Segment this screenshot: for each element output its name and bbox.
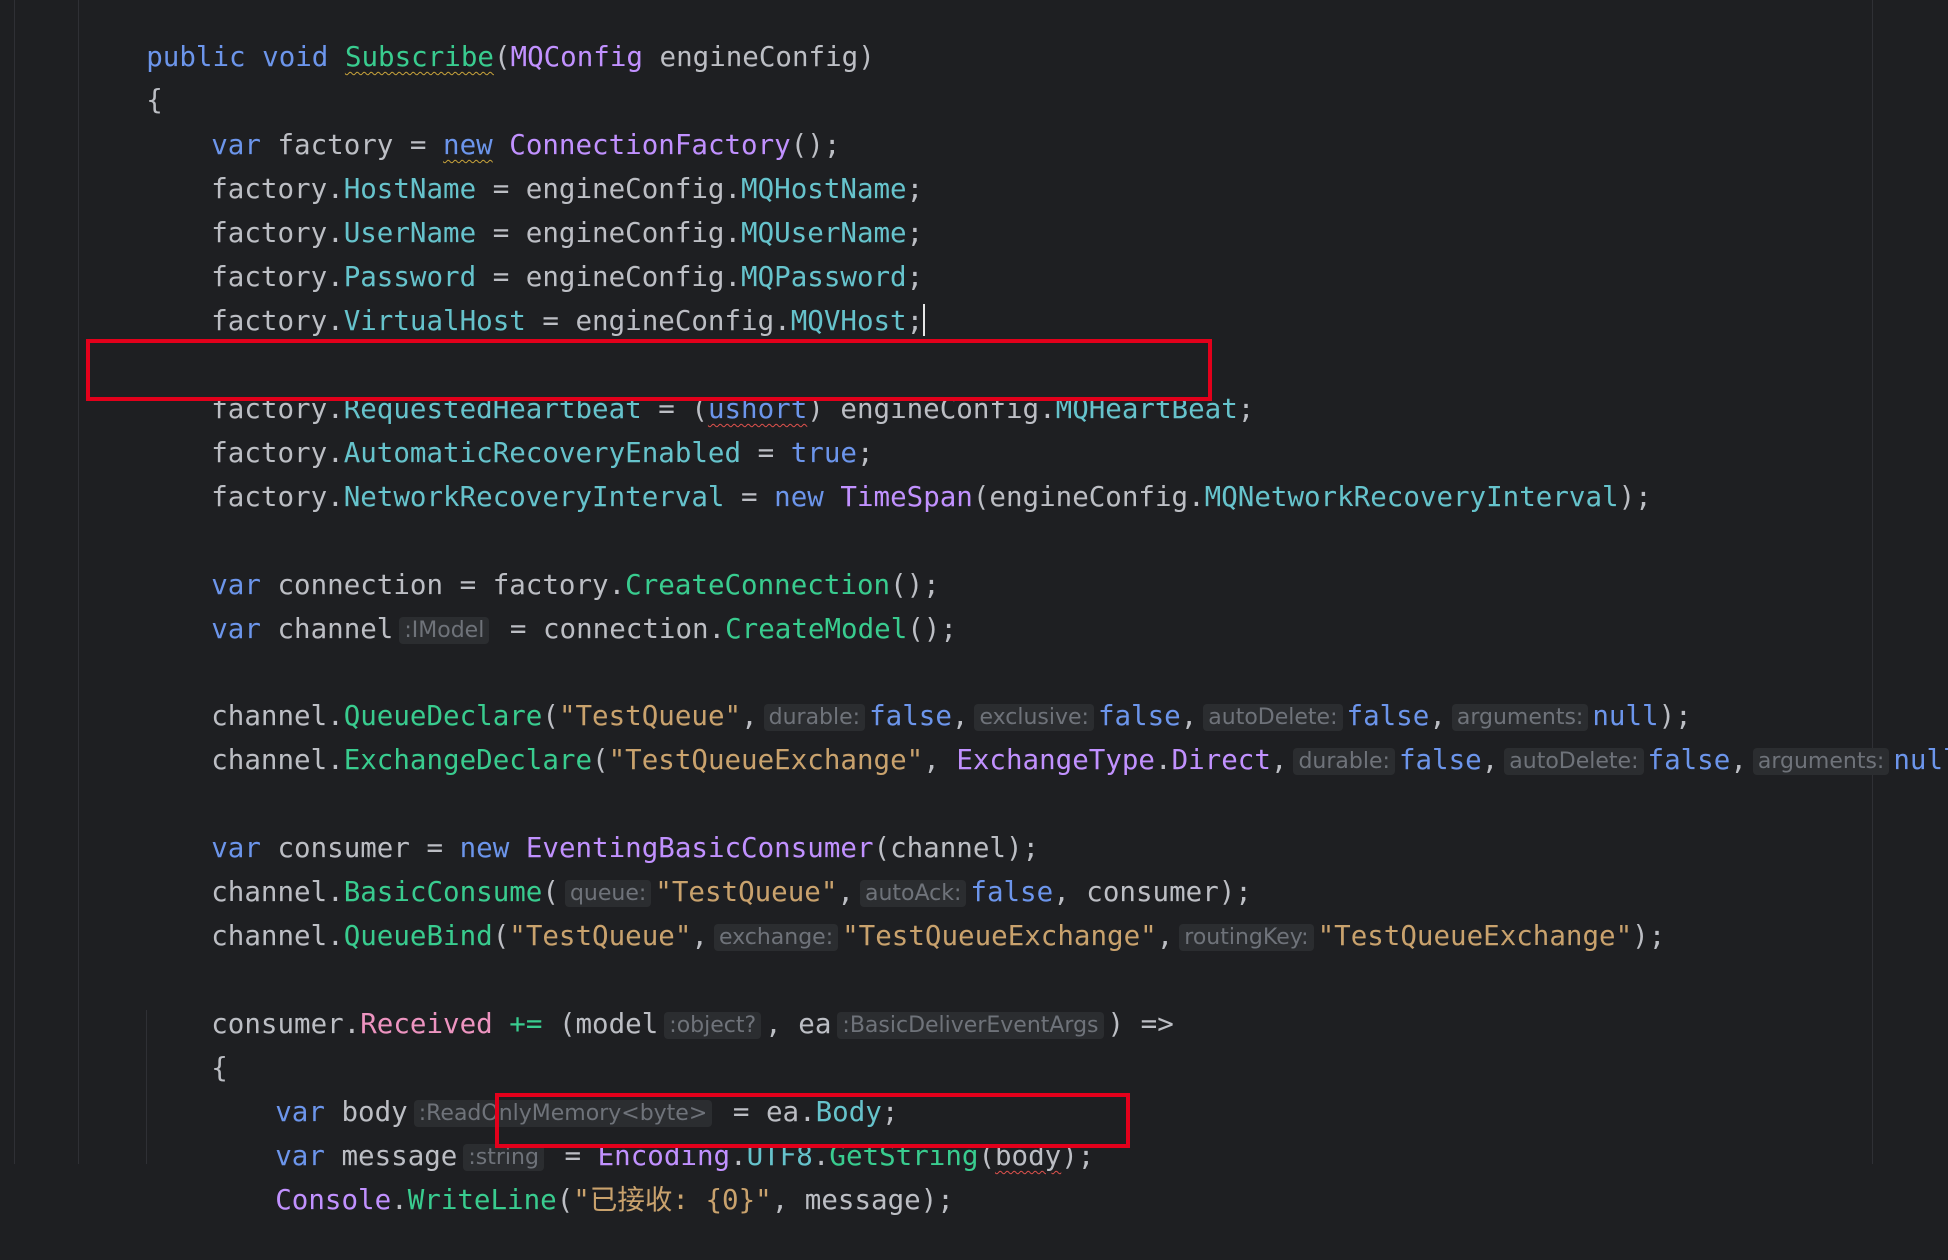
- method-name: CreateModel: [725, 613, 908, 645]
- code-text: ,: [1270, 744, 1288, 776]
- code-line[interactable]: factory.Password = engineConfig.MQPasswo…: [145, 217, 923, 293]
- string-literal: "已接收: {0}": [573, 1184, 772, 1216]
- code-text: (: [592, 744, 609, 776]
- keyword: new: [774, 481, 824, 513]
- method-name: Subscribe: [344, 41, 494, 73]
- highlight-box-getstring: [495, 1093, 1130, 1148]
- code-line[interactable]: var factory = new ConnectionFactory();: [145, 85, 840, 161]
- code-text: ,: [1156, 920, 1174, 952]
- code-line[interactable]: factory.NetworkRecoveryInterval = new Ti…: [145, 437, 1651, 513]
- parameter-hint: arguments:: [1752, 748, 1890, 775]
- string-literal: "TestQueueExchange": [608, 744, 924, 776]
- string-literal: "TestQueueExchange": [842, 920, 1157, 952]
- code-text: (model: [558, 1008, 659, 1040]
- code-line[interactable]: channel.ExchangeDeclare("TestQueueExchan…: [145, 700, 1948, 776]
- operator: +=: [492, 1008, 559, 1040]
- code-line[interactable]: channel.BasicConsume(queue: "TestQueue", a…: [145, 832, 1252, 908]
- code-text: ();: [907, 613, 957, 645]
- code-text: ) =>: [1107, 1008, 1174, 1040]
- type-name: Console: [275, 1184, 392, 1216]
- code-text: ,: [1730, 744, 1747, 776]
- code-text: );: [1618, 481, 1652, 513]
- enum-member: Direct: [1171, 744, 1271, 776]
- parameter-hint: durable:: [1293, 748, 1395, 775]
- code-line[interactable]: factory.HostName = engineConfig.MQHostNa…: [145, 129, 923, 205]
- type-hint: :BasicDeliverEventArgs: [837, 1012, 1104, 1039]
- keyword: false: [1398, 744, 1482, 776]
- method-name: WriteLine: [407, 1184, 557, 1216]
- type-hint: :object?: [664, 1012, 762, 1039]
- code-line[interactable]: var channel:IModel = connection.CreateMo…: [145, 569, 957, 645]
- code-text: engineConfig): [642, 41, 875, 73]
- code-text: =: [724, 481, 775, 513]
- code-line[interactable]: factory.VirtualHost = engineConfig.MQVHo…: [145, 261, 926, 337]
- indent-guide: [78, 0, 79, 1164]
- code-text: .: [391, 1184, 408, 1216]
- code-text: );: [1632, 920, 1666, 952]
- keyword: var: [211, 613, 261, 645]
- code-line[interactable]: public void Subscribe(MQConfig engineCon…: [80, 0, 875, 73]
- code-line[interactable]: channel.QueueBind("TestQueue", exchange: "…: [145, 876, 1665, 952]
- method-name: QueueBind: [343, 920, 493, 952]
- code-editor[interactable]: public void Subscribe(MQConfig engineCon…: [0, 0, 1948, 1216]
- string-literal: "TestQueueExchange": [1317, 920, 1633, 952]
- parameter-hint: autoDelete:: [1504, 748, 1644, 775]
- code-text: , message);: [771, 1184, 954, 1216]
- code-text: = connection.: [493, 613, 726, 645]
- code-line[interactable]: factory.UserName = engineConfig.MQUserNa…: [145, 173, 923, 249]
- code-text: .: [1155, 744, 1172, 776]
- code-text: channel.: [211, 920, 344, 952]
- right-margin-guide: [1872, 0, 1873, 1164]
- code-text: consumer.: [211, 1008, 361, 1040]
- code-line[interactable]: var consumer = new EventingBasicConsumer…: [145, 788, 1039, 864]
- code-text: , ea: [765, 1008, 832, 1040]
- code-text: ,: [1481, 744, 1499, 776]
- code-text: = engineConfig.: [525, 305, 791, 337]
- type-name: TimeSpan: [840, 481, 973, 513]
- property-name: NetworkRecoveryInterval: [343, 481, 725, 513]
- type-name: ExchangeType: [956, 744, 1155, 776]
- code-text: (: [492, 920, 510, 952]
- code-text: ;: [906, 305, 924, 337]
- code-line[interactable]: var connection = factory.CreateConnectio…: [145, 525, 940, 601]
- parameter-hint: routingKey:: [1179, 924, 1314, 951]
- code-text: (engineConfig.: [972, 481, 1205, 513]
- indent-guide: [14, 0, 15, 1164]
- text-cursor: [923, 304, 926, 336]
- code-line[interactable]: consumer.Received += (model:object?, ea:…: [145, 964, 1174, 1040]
- event-name: Received: [360, 1008, 493, 1040]
- property-name: MQVHost: [790, 305, 907, 337]
- keyword: false: [1647, 744, 1731, 776]
- property-name: VirtualHost: [343, 305, 526, 337]
- type-name: MQConfig: [510, 41, 643, 73]
- code-line[interactable]: {: [80, 40, 163, 116]
- code-text: (: [493, 41, 511, 73]
- method-name: ExchangeDeclare: [343, 744, 593, 776]
- code-text: ,: [923, 744, 957, 776]
- code-text: ,: [691, 920, 708, 952]
- keyword: null: [1893, 744, 1948, 776]
- highlight-box-heartbeat: [86, 339, 1212, 401]
- code-text: channel.: [211, 744, 344, 776]
- keyword: void: [262, 41, 329, 73]
- code-text: ;: [1237, 393, 1255, 425]
- code-line[interactable]: var body:ReadOnlyMemory<byte> = ea.Body;: [209, 1052, 898, 1128]
- code-text: (: [556, 1184, 574, 1216]
- code-text: factory.: [211, 481, 344, 513]
- parameter-hint: exchange:: [713, 924, 839, 951]
- code-text: channel: [260, 613, 394, 645]
- code-line[interactable]: {: [145, 1008, 228, 1084]
- string-literal: "TestQueue": [509, 920, 692, 952]
- property-name: MQNetworkRecoveryInterval: [1204, 481, 1619, 513]
- type-hint: :IModel: [399, 617, 490, 644]
- code-text: factory.: [211, 305, 344, 337]
- code-line[interactable]: channel.QueueDeclare("TestQueue", durable…: [145, 656, 1691, 732]
